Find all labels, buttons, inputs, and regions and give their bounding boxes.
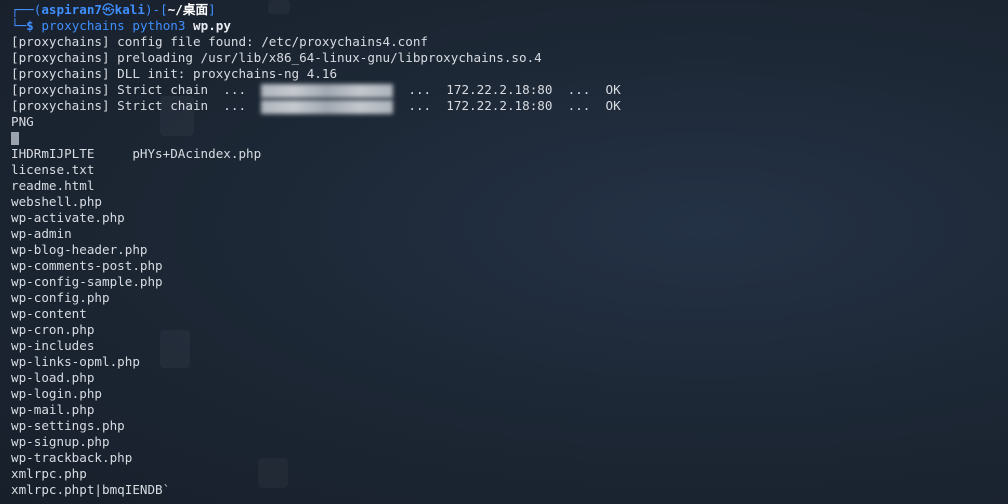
output-line: [proxychains] preloading /usr/lib/x86_64… <box>11 50 542 65</box>
binary-glyph-line <box>11 130 1008 146</box>
prompt-user: aspiran7 <box>41 2 103 17</box>
terminal-window[interactable]: ┌──(aspiran7㉿kali)-[~/桌面] └─$ proxychain… <box>0 0 1008 504</box>
redacted-address <box>261 83 394 98</box>
chain-prefix: [proxychains] Strict chain ... <box>11 98 262 113</box>
output-line: [proxychains] Strict chain ... ... 172.2… <box>11 98 1008 114</box>
command-name: proxychains <box>41 18 125 33</box>
file-list-item: readme.html <box>11 178 95 193</box>
binary-block-glyph <box>11 132 19 145</box>
file-list-item: wp-load.php <box>11 370 95 385</box>
file-list-item: wp-cron.php <box>11 322 95 337</box>
chain-suffix: ... 172.22.2.18:80 ... OK <box>393 82 621 97</box>
file-list-item: wp-settings.php <box>11 418 125 433</box>
output-line: [proxychains] config file found: /etc/pr… <box>11 34 429 49</box>
file-list-item: wp-admin <box>11 226 72 241</box>
file-list-item: xmlrpc.php <box>11 466 87 481</box>
output-line: [proxychains] Strict chain ... ... 172.2… <box>11 82 1008 98</box>
file-list-item: license.txt <box>11 162 95 177</box>
chain-suffix: ... 172.22.2.18:80 ... OK <box>393 98 621 113</box>
redacted-address <box>261 99 394 114</box>
prompt-corner: ┌──( <box>11 2 42 17</box>
file-list-item: wp-activate.php <box>11 210 125 225</box>
file-list-item: wp-login.php <box>11 386 102 401</box>
file-list: license.txt readme.html webshell.php wp-act… <box>11 162 1008 498</box>
file-list-item: wp-trackback.php <box>11 450 133 465</box>
output-line: PNG <box>11 114 34 129</box>
file-list-item: wp-includes <box>11 338 95 353</box>
file-list-item: wp-links-opml.php <box>11 354 140 369</box>
file-list-item: wp-signup.php <box>11 434 110 449</box>
command-arg: python3 <box>132 18 186 33</box>
file-list-item: webshell.php <box>11 194 102 209</box>
prompt-dir-open: )-[ <box>144 2 168 17</box>
output-line: IHDRmIJPLTE pHYs+DAcindex.php <box>11 146 262 161</box>
prompt-host: kali <box>114 2 145 17</box>
file-list-item: wp-content <box>11 306 87 321</box>
command-line[interactable]: └─$ proxychains python3 wp.py <box>11 18 1008 34</box>
terminal-output: ┌──(aspiran7㉿kali)-[~/桌面] └─$ proxychain… <box>11 2 1008 498</box>
prompt-line: ┌──(aspiran7㉿kali)-[~/桌面] <box>11 2 1008 18</box>
prompt-dir-close: ] <box>208 2 216 17</box>
prompt-corner-bottom: └─ <box>11 18 27 33</box>
file-list-item: wp-blog-header.php <box>11 242 148 257</box>
prompt-directory: ~/桌面 <box>167 2 209 17</box>
prompt-dollar: $ <box>26 18 34 33</box>
output-line: [proxychains] DLL init: proxychains-ng 4… <box>11 66 338 81</box>
file-list-item: wp-mail.php <box>11 402 95 417</box>
prompt-at-symbol: ㉿ <box>102 2 115 17</box>
command-script: wp.py <box>193 18 231 33</box>
file-list-item: wp-comments-post.php <box>11 258 163 273</box>
chain-prefix: [proxychains] Strict chain ... <box>11 82 262 97</box>
file-list-item: wp-config.php <box>11 290 110 305</box>
file-list-item: wp-config-sample.php <box>11 274 163 289</box>
file-list-item: xmlrpc.phpt|bmqIENDB` <box>11 482 171 497</box>
